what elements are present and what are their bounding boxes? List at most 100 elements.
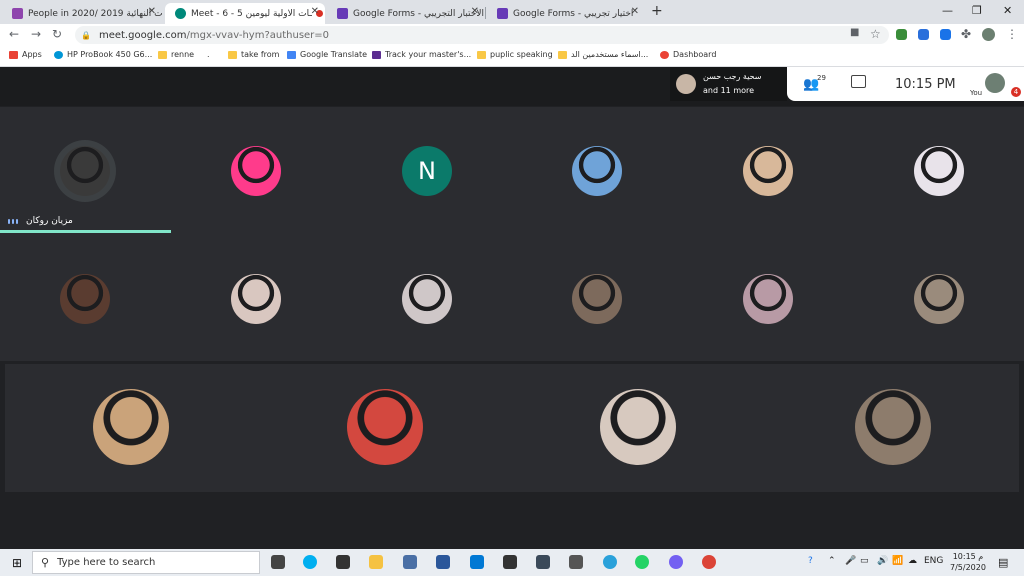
wifi-icon[interactable]: 📶	[892, 556, 903, 566]
navigation-bar: ← → ↻ 🔒 meet.google.com/mgx-vvav-hym?aut…	[0, 24, 1024, 46]
tab-people[interactable]: People in 2020/ 2019 ــات النهائية ✕	[2, 3, 162, 24]
address-bar[interactable]: 🔒 meet.google.com/mgx-vvav-hym?authuser=…	[75, 26, 889, 44]
bookmark-apps[interactable]: Apps	[9, 50, 42, 59]
extension-icon[interactable]	[940, 29, 951, 40]
tab-forms-2[interactable]: Google Forms - اختيار تجريبي ✕	[487, 3, 645, 24]
participant-avatar[interactable]	[914, 146, 964, 196]
participant-avatar[interactable]	[231, 146, 281, 196]
participant-avatar[interactable]	[93, 389, 169, 465]
chat-icon[interactable]	[851, 75, 866, 88]
language-indicator[interactable]: ENG	[924, 556, 943, 566]
volume-icon[interactable]: 🔊	[877, 556, 888, 566]
close-tab-icon[interactable]: ✕	[471, 6, 479, 17]
lock-icon: 🔒	[81, 30, 91, 40]
windows-start-icon[interactable]: ⊞	[12, 556, 22, 570]
cloud-icon[interactable]: ☁	[908, 556, 917, 566]
participant-avatar[interactable]	[60, 146, 110, 196]
store-icon[interactable]	[336, 555, 350, 569]
active-speaker-bar	[0, 230, 171, 233]
participant-avatar[interactable]	[914, 274, 964, 324]
close-window-button[interactable]: ✕	[1003, 4, 1012, 17]
folder-icon	[228, 50, 237, 59]
word-icon[interactable]	[436, 555, 450, 569]
taskbar-clock[interactable]: 10:15 م 7/5/2020	[950, 551, 986, 573]
apps-grid-icon	[9, 50, 18, 59]
forms-icon	[337, 8, 348, 19]
participant-avatar[interactable]	[855, 389, 931, 465]
minimize-button[interactable]: —	[942, 4, 953, 17]
camera-icon[interactable]	[569, 555, 583, 569]
notifications-icon[interactable]: ▤	[998, 556, 1008, 569]
participant-avatar[interactable]	[60, 274, 110, 324]
participant-avatar[interactable]	[402, 274, 452, 324]
close-tab-icon[interactable]: ✕	[631, 6, 639, 17]
search-icon: ⚲	[41, 556, 50, 569]
self-avatar[interactable]	[985, 73, 1005, 93]
folder-icon	[477, 50, 486, 59]
presenter-more: and 11 more	[703, 86, 755, 95]
taskbar-search[interactable]: ⚲ Type here to search	[32, 551, 260, 574]
chrome-icon[interactable]	[702, 555, 716, 569]
tab-meet[interactable]: Meet - 6 - 5 ـات الاولية ليومين ✕	[165, 3, 325, 24]
file-explorer-icon[interactable]	[369, 555, 383, 569]
telegram-icon[interactable]	[603, 555, 617, 569]
battery-icon[interactable]: ▭	[860, 556, 869, 566]
close-tab-icon[interactable]: ✕	[311, 6, 319, 17]
participant-avatar[interactable]	[743, 274, 793, 324]
bookmarks-bar: Apps HP ProBook 450 G6... renne . take f…	[0, 46, 1024, 67]
bookmark-public-speaking[interactable]: puplic speaking	[477, 50, 553, 59]
restore-button[interactable]: ❐	[972, 4, 982, 17]
bookmark-hp[interactable]: HP ProBook 450 G6...	[54, 50, 152, 59]
chevron-up-icon[interactable]: ⌃	[828, 556, 836, 566]
participant-avatar[interactable]	[572, 146, 622, 196]
tab-forms-1[interactable]: Google Forms - الاختبار التجريبي ✕	[327, 3, 485, 24]
bookmark-users-names[interactable]: اسماء مستخدمين الد...	[558, 50, 648, 59]
bookmark-dot[interactable]: .	[207, 50, 210, 59]
close-tab-icon[interactable]: ✕	[148, 6, 156, 17]
reload-icon[interactable]: ↻	[52, 27, 62, 41]
task-view-icon[interactable]	[271, 555, 285, 569]
tab-divider	[485, 7, 486, 19]
participant-avatar[interactable]	[347, 389, 423, 465]
bookmark-take-from[interactable]: take from	[228, 50, 279, 59]
participant-avatar[interactable]	[572, 274, 622, 324]
participant-avatar[interactable]	[231, 274, 281, 324]
new-tab-button[interactable]: +	[651, 3, 663, 19]
people-count: 29	[817, 74, 826, 82]
help-icon[interactable]: ?	[808, 556, 813, 566]
back-icon[interactable]: ←	[9, 27, 19, 41]
microphone-icon[interactable]: 🎤	[845, 556, 856, 566]
participant-initial-avatar[interactable]: N	[402, 146, 452, 196]
participant-avatar[interactable]	[743, 146, 793, 196]
active-speaker-name: مزيان روكان	[26, 216, 73, 226]
viber-icon[interactable]	[669, 555, 683, 569]
star-icon[interactable]: ☆	[870, 27, 881, 41]
mail-icon[interactable]	[470, 555, 484, 569]
camera-icon[interactable]: ■	[850, 27, 859, 38]
bookmark-track-master[interactable]: Track your master's...	[372, 50, 471, 59]
notification-badge: 4	[1011, 87, 1021, 97]
skype-icon[interactable]	[303, 555, 317, 569]
google-g-icon	[660, 50, 669, 59]
sticky-icon[interactable]	[503, 555, 517, 569]
participants-chip[interactable]: سحية رجب حسن and 11 more	[670, 67, 787, 101]
menu-kebab-icon[interactable]: ⋮	[1006, 27, 1018, 41]
whatsapp-icon[interactable]	[635, 555, 649, 569]
network-icon[interactable]	[403, 555, 417, 569]
extensions-puzzle-icon[interactable]: ✤	[961, 27, 971, 41]
search-placeholder: Type here to search	[57, 557, 156, 568]
bookmark-google-translate[interactable]: Google Translate	[287, 50, 367, 59]
avatar	[676, 74, 696, 94]
extension-icon[interactable]	[896, 29, 907, 40]
extension-icon[interactable]	[918, 29, 929, 40]
bookmark-renne[interactable]: renne	[158, 50, 194, 59]
calculator-icon[interactable]	[536, 555, 550, 569]
participant-avatar[interactable]	[600, 389, 676, 465]
forward-icon[interactable]: →	[31, 27, 41, 41]
url-path: /mgx-vvav-hym?authuser=0	[186, 29, 330, 41]
self-label: You	[970, 89, 983, 97]
presenter-name: سحية رجب حسن	[703, 72, 762, 81]
profile-avatar[interactable]	[982, 28, 995, 41]
folder-icon	[158, 50, 167, 59]
bookmark-dashboard[interactable]: Dashboard	[660, 50, 716, 59]
